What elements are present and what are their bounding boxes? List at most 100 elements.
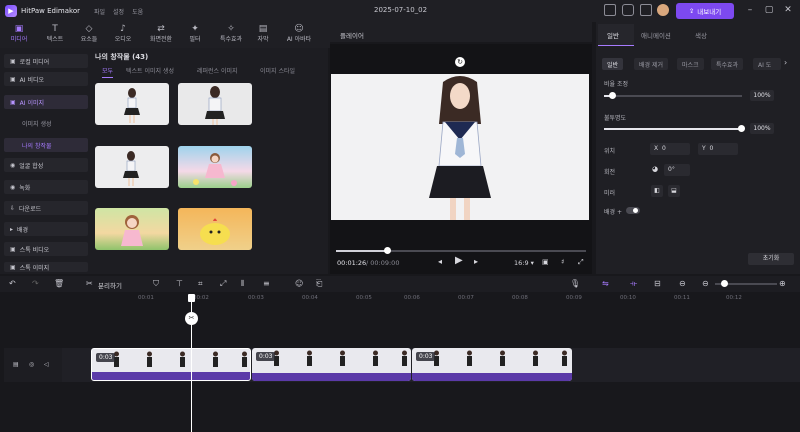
fullscreen-icon[interactable]: ⤢ [578,258,584,267]
tab-filter[interactable]: ✦ 필터 [178,23,212,47]
menu-help[interactable]: 도움 [132,7,143,16]
tab-text[interactable]: T 텍스트 [38,23,72,47]
opacity-slider[interactable] [604,128,742,130]
flip-vertical-icon[interactable]: ⬓ [668,185,680,197]
media-thumbnail[interactable] [178,146,252,188]
aspect-ratio-select[interactable]: 16:9 ▾ [514,259,534,267]
sidebar-item-record[interactable]: ◉ 녹화 [4,180,88,194]
tab-ai-avatar[interactable]: ☺ AI 아바타 [280,23,318,47]
sidebar-item-image-generate[interactable]: 이미지 생성 [4,116,88,130]
media-tab-text-to-image[interactable]: 텍스트 이미지 생성 [126,66,174,75]
subtab-mask[interactable]: 마스크 [677,58,704,70]
media-thumbnail[interactable] [95,83,169,125]
media-thumbnail[interactable] [95,208,169,250]
menu-file[interactable]: 파일 [94,7,105,16]
play-icon[interactable]: ▶ [455,255,463,266]
scale-value[interactable]: 100% [750,90,774,101]
rotate-dial-icon[interactable]: ◕ [652,165,658,173]
media-tab-image-style[interactable]: 이미지 스타일 [260,66,295,75]
timeline-clip[interactable]: 0:03 [91,348,251,381]
subtab-effects[interactable]: 특수효과 [711,58,744,70]
microphone-icon[interactable]: 🎙 [570,279,580,289]
magnet-icon[interactable]: ⟛ [630,279,637,289]
zoom-out-icon[interactable]: ⊖ [702,279,709,289]
undo-icon[interactable]: ↶ [9,279,16,289]
volume-icon[interactable]: ◁ [44,360,49,370]
crop-icon[interactable]: ⌗ [198,279,203,289]
folder-icon[interactable] [640,4,652,16]
playhead-handle[interactable] [188,294,195,302]
prev-frame-icon[interactable]: ◂ [438,257,442,266]
align-icon[interactable]: ≡ [263,279,270,289]
visibility-icon[interactable]: ◎ [29,360,34,370]
scale-slider[interactable] [604,95,742,97]
reset-button[interactable]: 초기화 [748,253,794,265]
rotate-handle-icon[interactable]: ↻ [455,57,465,67]
position-x-field[interactable]: X 0 [650,143,690,155]
lock-icon[interactable]: ▤ [13,360,19,370]
close-icon[interactable]: ✕ [782,4,794,16]
tab-color[interactable]: 색상 [695,30,707,40]
sidebar-item-my-creations[interactable]: 나의 창작물 [4,138,88,152]
flip-horizontal-icon[interactable]: ◧ [651,185,663,197]
sidebar-item-local-media[interactable]: ▣ 로컬 미디어 [4,54,88,68]
menu-settings[interactable]: 설정 [113,7,124,16]
subtab-remove-bg[interactable]: 배경 제거 [634,58,668,70]
opacity-value[interactable]: 100% [750,123,774,134]
position-y-field[interactable]: Y 0 [698,143,738,155]
split-scissors-icon[interactable]: ✂ [185,312,198,325]
text-box-icon[interactable]: ⊤ [176,279,183,289]
tab-audio[interactable]: ♪ 오디오 [106,23,140,47]
media-thumbnail[interactable] [95,146,169,188]
rotate-field[interactable]: 0° [664,164,690,176]
delete-icon[interactable]: 🗑 [54,279,64,289]
media-tab-reference-image[interactable]: 레퍼런스 이미지 [197,66,238,75]
tab-transition[interactable]: ⇄ 화면전환 [144,23,178,47]
audio-split-icon[interactable]: ⫴ [241,279,244,289]
timeline-clip[interactable]: 0:03 [252,348,411,381]
tab-general[interactable]: 일반 [607,30,619,40]
keyboard-icon[interactable] [604,4,616,16]
tab-subtitle[interactable]: ▤ 자막 [246,23,280,47]
tab-media[interactable]: ▣ 미디어 [2,23,36,47]
sidebar-item-ai-video[interactable]: ▣ AI 비디오 [4,72,88,86]
resize-icon[interactable]: ⤢ [220,279,226,289]
sidebar-item-face-swap[interactable]: ◉ 얼굴 합성 [4,158,88,172]
fit-icon[interactable]: ⊖ [679,279,686,289]
sidebar-item-background[interactable]: ▸ 배경 [4,222,88,236]
link-icon[interactable]: ⇋ [602,279,609,289]
preview-canvas[interactable] [331,74,589,220]
split-screen-icon[interactable]: ⊟ [654,279,661,289]
scissors-icon[interactable]: ✂ [86,279,93,289]
media-tab-all[interactable]: 모두 [102,66,114,78]
minimize-icon[interactable]: – [744,4,756,16]
message-icon[interactable] [622,4,634,16]
zoom-in-icon[interactable]: ⊕ [779,279,786,289]
player-scrub-handle[interactable] [384,247,391,254]
grid-icon[interactable]: ♯ [561,258,564,266]
tab-elements[interactable]: ◇ 요소들 [72,23,106,47]
maximize-icon[interactable]: ▢ [763,4,775,16]
chevron-right-icon[interactable]: › [784,58,787,67]
split-button[interactable]: 분리하기 [98,280,122,290]
export-clip-icon[interactable]: ⎗ [316,279,322,289]
media-thumbnail[interactable] [178,83,252,125]
sidebar-item-stock-image[interactable]: ▣ 스톡 이미지 [4,262,88,272]
sidebar-item-download[interactable]: ⇩ 다운로드 [4,201,88,215]
tab-animation[interactable]: 애니메이션 [641,30,671,40]
subtab-general[interactable]: 일반 [602,58,624,70]
subtab-ai[interactable]: AI 도 [753,58,781,70]
opacity-slider-handle[interactable] [738,125,745,132]
background-toggle[interactable] [626,207,640,214]
export-button[interactable]: ⇪ 내보내기 [676,3,734,19]
shield-icon[interactable]: ⛉ [153,279,159,289]
person-icon[interactable]: ☺ [295,279,303,289]
sidebar-item-ai-image[interactable]: ▣ AI 이미지 [4,95,88,109]
snapshot-icon[interactable]: ▣ [542,258,549,266]
avatar[interactable] [657,4,669,16]
tab-effects[interactable]: ✧ 특수효과 [214,23,248,47]
redo-icon[interactable]: ↷ [32,279,39,289]
sidebar-item-stock-video[interactable]: ▣ 스톡 비디오 [4,242,88,256]
next-frame-icon[interactable]: ▸ [474,257,478,266]
timeline-clip[interactable]: 0:03 [412,348,572,381]
